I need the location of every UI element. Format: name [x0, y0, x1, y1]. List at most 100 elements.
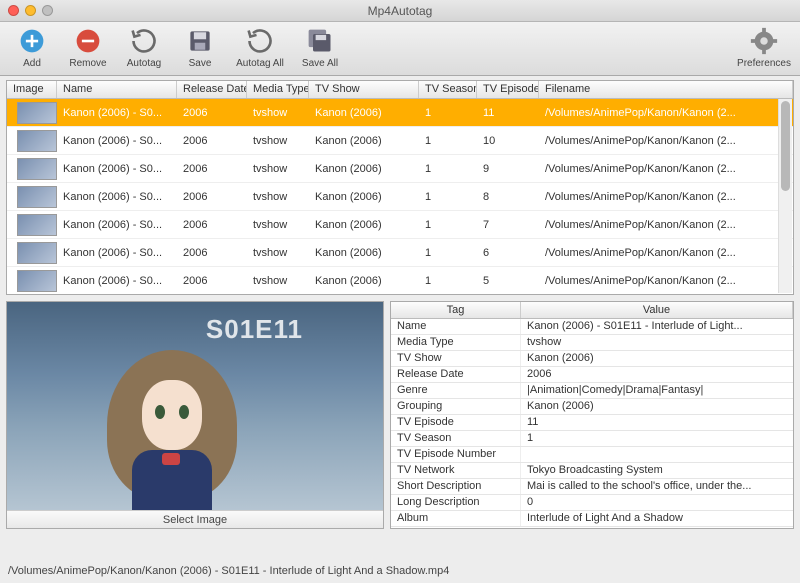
table-body: Kanon (2006) - S0...2006tvshowKanon (200…: [7, 99, 793, 294]
save-button[interactable]: Save: [176, 26, 224, 69]
tag-key: TV Season: [391, 431, 521, 446]
tag-value[interactable]: |Animation|Comedy|Drama|Fantasy|: [521, 383, 793, 398]
tag-value[interactable]: Kanon (2006): [521, 351, 793, 366]
tag-body: NameKanon (2006) - S01E11 - Interlude of…: [391, 319, 793, 527]
cell-media: tvshow: [247, 247, 309, 259]
tag-key: Name: [391, 319, 521, 334]
column-image[interactable]: Image: [7, 81, 57, 98]
tag-row[interactable]: TV Episode11: [391, 415, 793, 431]
save-all-label: Save All: [302, 58, 338, 69]
tag-value[interactable]: 11: [521, 415, 793, 430]
cell-name: Kanon (2006) - S0...: [57, 275, 177, 287]
table-row[interactable]: Kanon (2006) - S0...2006tvshowKanon (200…: [7, 239, 793, 267]
tag-row[interactable]: TV ShowKanon (2006): [391, 351, 793, 367]
autotag-label: Autotag: [127, 58, 161, 69]
tag-row[interactable]: Long Description0: [391, 495, 793, 511]
window-controls: [8, 5, 53, 16]
zoom-window-icon[interactable]: [42, 5, 53, 16]
file-table: Image Name Release Date Media Type TV Sh…: [6, 80, 794, 295]
cell-episode: 7: [477, 219, 539, 231]
column-tv-season[interactable]: TV Season: [419, 81, 477, 98]
tag-value[interactable]: Interlude of Light And a Shadow: [521, 511, 793, 526]
column-tv-show[interactable]: TV Show: [309, 81, 419, 98]
cell-name: Kanon (2006) - S0...: [57, 191, 177, 203]
table-row[interactable]: Kanon (2006) - S0...2006tvshowKanon (200…: [7, 155, 793, 183]
preferences-label: Preferences: [737, 58, 791, 69]
titlebar: Mp4Autotag: [0, 0, 800, 22]
cell-season: 1: [419, 107, 477, 119]
cell-name: Kanon (2006) - S0...: [57, 163, 177, 175]
tag-row[interactable]: TV Season1: [391, 431, 793, 447]
cell-media: tvshow: [247, 107, 309, 119]
autotag-all-label: Autotag All: [236, 58, 284, 69]
table-row[interactable]: Kanon (2006) - S0...2006tvshowKanon (200…: [7, 127, 793, 155]
cell-show: Kanon (2006): [309, 219, 419, 231]
preview-image: S01E11: [7, 302, 383, 510]
thumbnail-icon: [17, 102, 57, 124]
tag-row[interactable]: TV NetworkTokyo Broadcasting System: [391, 463, 793, 479]
tag-row[interactable]: Release Date2006: [391, 367, 793, 383]
tag-value[interactable]: [521, 447, 793, 462]
cell-episode: 10: [477, 135, 539, 147]
cell-filename: /Volumes/AnimePop/Kanon/Kanon (2...: [539, 107, 793, 119]
column-filename[interactable]: Filename: [539, 81, 793, 98]
table-row[interactable]: Kanon (2006) - S0...2006tvshowKanon (200…: [7, 211, 793, 239]
tag-row[interactable]: AlbumInterlude of Light And a Shadow: [391, 511, 793, 527]
tag-row[interactable]: NameKanon (2006) - S01E11 - Interlude of…: [391, 319, 793, 335]
tag-key: Short Description: [391, 479, 521, 494]
table-scrollbar[interactable]: [778, 99, 792, 293]
thumbnail-icon: [17, 130, 57, 152]
tag-row[interactable]: TV Episode Number: [391, 447, 793, 463]
cell-season: 1: [419, 191, 477, 203]
cell-release: 2006: [177, 191, 247, 203]
thumbnail-icon: [17, 270, 57, 292]
tag-value[interactable]: 2006: [521, 367, 793, 382]
tag-value[interactable]: Tokyo Broadcasting System: [521, 463, 793, 478]
tag-value[interactable]: Kanon (2006) - S01E11 - Interlude of Lig…: [521, 319, 793, 334]
add-icon: [17, 26, 47, 56]
tag-column-value[interactable]: Value: [521, 302, 793, 318]
column-release-date[interactable]: Release Date: [177, 81, 247, 98]
preferences-button[interactable]: Preferences: [736, 26, 792, 69]
select-image-button[interactable]: Select Image: [7, 510, 383, 528]
tag-value[interactable]: 0: [521, 495, 793, 510]
autotag-icon: [129, 26, 159, 56]
close-window-icon[interactable]: [8, 5, 19, 16]
autotag-button[interactable]: Autotag: [120, 26, 168, 69]
autotag-all-button[interactable]: Autotag All: [232, 26, 288, 69]
column-name[interactable]: Name: [57, 81, 177, 98]
table-row[interactable]: Kanon (2006) - S0...2006tvshowKanon (200…: [7, 267, 793, 294]
cell-release: 2006: [177, 107, 247, 119]
tag-key: Album: [391, 511, 521, 526]
minimize-window-icon[interactable]: [25, 5, 36, 16]
tag-key: TV Show: [391, 351, 521, 366]
tag-row[interactable]: Genre|Animation|Comedy|Drama|Fantasy|: [391, 383, 793, 399]
tag-value[interactable]: Kanon (2006): [521, 399, 793, 414]
cell-release: 2006: [177, 275, 247, 287]
tag-key: TV Episode: [391, 415, 521, 430]
save-all-button[interactable]: Save All: [296, 26, 344, 69]
cell-show: Kanon (2006): [309, 107, 419, 119]
tag-value[interactable]: tvshow: [521, 335, 793, 350]
tag-column-tag[interactable]: Tag: [391, 302, 521, 318]
tag-row[interactable]: Media Typetvshow: [391, 335, 793, 351]
table-row[interactable]: Kanon (2006) - S0...2006tvshowKanon (200…: [7, 183, 793, 211]
tag-key: TV Episode Number: [391, 447, 521, 462]
tag-value[interactable]: Mai is called to the school's office, un…: [521, 479, 793, 494]
column-tv-episode[interactable]: TV Episode: [477, 81, 539, 98]
cell-season: 1: [419, 247, 477, 259]
cell-filename: /Volumes/AnimePop/Kanon/Kanon (2...: [539, 191, 793, 203]
tag-value[interactable]: 1: [521, 431, 793, 446]
cell-filename: /Volumes/AnimePop/Kanon/Kanon (2...: [539, 163, 793, 175]
add-button[interactable]: Add: [8, 26, 56, 69]
column-media-type[interactable]: Media Type: [247, 81, 309, 98]
window-title: Mp4Autotag: [368, 4, 433, 18]
tag-row[interactable]: Short DescriptionMai is called to the sc…: [391, 479, 793, 495]
tag-row[interactable]: GroupingKanon (2006): [391, 399, 793, 415]
table-row[interactable]: Kanon (2006) - S0...2006tvshowKanon (200…: [7, 99, 793, 127]
remove-button[interactable]: Remove: [64, 26, 112, 69]
cell-media: tvshow: [247, 219, 309, 231]
status-path: /Volumes/AnimePop/Kanon/Kanon (2006) - S…: [8, 565, 449, 577]
tag-key: Genre: [391, 383, 521, 398]
cell-media: tvshow: [247, 275, 309, 287]
